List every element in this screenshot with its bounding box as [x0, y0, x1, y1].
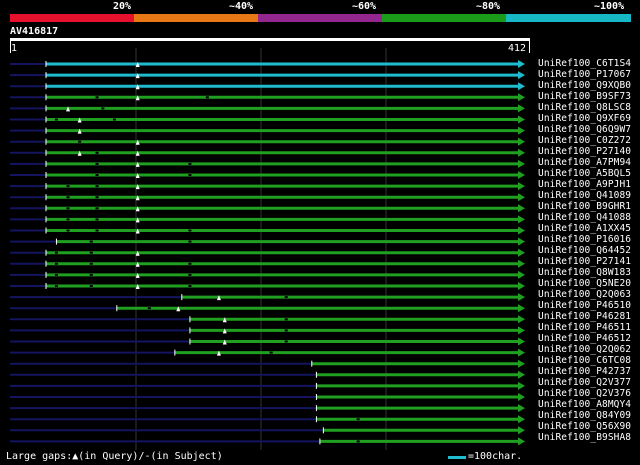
hit-end-arrow [518, 315, 525, 324]
hit-label[interactable]: UniRef100_P16016 [538, 234, 631, 245]
hit-label[interactable]: UniRef100_C0Z272 [538, 135, 631, 146]
hit-end-arrow [518, 215, 525, 224]
hit-label[interactable]: UniRef100_B9SF73 [538, 91, 631, 102]
hit-end-arrow [518, 381, 525, 390]
hit-end-arrow [518, 137, 525, 146]
hit-end-arrow [518, 426, 525, 435]
hit-end-arrow [518, 148, 525, 157]
hit-label[interactable]: UniRef100_Q8W183 [538, 267, 631, 278]
hit-end-arrow [518, 370, 525, 379]
hit-label-list: UniRef100_C6T1S4 UniRef100_P17067 UniRef10… [538, 58, 631, 443]
hit-end-arrow [518, 259, 525, 268]
hit-end-arrow [518, 337, 525, 346]
hit-label[interactable]: UniRef100_C6TC08 [538, 355, 631, 366]
hit-end-arrow [518, 348, 525, 357]
hit-end-arrow [518, 237, 525, 246]
hit-label[interactable]: UniRef100_Q2Q062 [538, 344, 631, 355]
hit-end-arrow [518, 193, 525, 202]
hit-label[interactable]: UniRef100_P46512 [538, 333, 631, 344]
hit-label[interactable]: UniRef100_Q9XQB0 [538, 80, 631, 91]
hit-end-arrow [518, 182, 525, 191]
scale-swatch [448, 455, 466, 459]
hit-label[interactable]: UniRef100_B9GHR1 [538, 201, 631, 212]
scale-label: =100char. [468, 451, 523, 462]
scale-key: =100char. [448, 451, 522, 463]
hit-label[interactable]: UniRef100_Q5NE20 [538, 278, 631, 289]
hit-end-arrow [518, 171, 525, 179]
hit-label[interactable]: UniRef100_P46510 [538, 300, 631, 311]
hit-end-arrow [518, 226, 525, 235]
hit-label[interactable]: UniRef100_P46511 [538, 322, 631, 333]
hit-label[interactable]: UniRef100_A5BQL5 [538, 168, 631, 179]
hit-label[interactable]: UniRef100_Q56X90 [538, 421, 631, 432]
hit-label[interactable]: UniRef100_B9SHA8 [538, 432, 631, 443]
hit-label[interactable]: UniRef100_Q8LSC8 [538, 102, 631, 113]
hit-label[interactable]: UniRef100_Q2Q063 [538, 289, 631, 300]
hit-label[interactable]: UniRef100_C6T1S4 [538, 58, 631, 69]
hit-end-arrow [518, 293, 525, 302]
hit-label[interactable]: UniRef100_Q41088 [538, 212, 631, 223]
hit-label[interactable]: UniRef100_P27141 [538, 256, 631, 267]
hit-label[interactable]: UniRef100_P17067 [538, 69, 631, 80]
hit-label[interactable]: UniRef100_Q84Y09 [538, 410, 631, 421]
hit-label[interactable]: UniRef100_Q6Q9W7 [538, 124, 631, 135]
hit-end-arrow [518, 248, 525, 257]
hit-end-arrow [518, 415, 525, 424]
hit-label[interactable]: UniRef100_A9PJH1 [538, 179, 631, 190]
gap-legend: Large gaps:▲(in Query)/-(in Subject) [6, 451, 223, 462]
hit-end-arrow [518, 359, 525, 368]
hit-end-arrow [518, 93, 525, 102]
hit-end-arrow [518, 82, 525, 91]
hit-end-arrow [518, 326, 525, 335]
hit-end-arrow [518, 437, 525, 446]
hit-label[interactable]: UniRef100_Q64452 [538, 245, 631, 256]
hit-end-arrow [518, 71, 525, 80]
hit-label[interactable]: UniRef100_A1XX45 [538, 223, 631, 234]
hit-end-arrow [518, 126, 525, 135]
hit-label[interactable]: UniRef100_P27140 [538, 146, 631, 157]
hit-label[interactable]: UniRef100_A8MQY4 [538, 399, 631, 410]
hit-label[interactable]: UniRef100_A7PM94 [538, 157, 631, 168]
hit-label[interactable]: UniRef100_Q9XF69 [538, 113, 631, 124]
hit-end-arrow [518, 393, 525, 401]
hit-label[interactable]: UniRef100_Q2V377 [538, 377, 631, 388]
hit-label[interactable]: UniRef100_P46281 [538, 311, 631, 322]
hit-end-arrow [518, 404, 525, 413]
hit-end-arrow [518, 204, 525, 213]
hit-end-arrow [518, 159, 525, 168]
hit-label[interactable]: UniRef100_Q41089 [538, 190, 631, 201]
hit-label[interactable]: UniRef100_P42737 [538, 366, 631, 377]
hit-end-arrow [518, 270, 525, 279]
hit-end-arrow [518, 60, 525, 68]
hit-end-arrow [518, 104, 525, 113]
hit-end-arrow [518, 115, 525, 124]
hit-end-arrow [518, 282, 525, 290]
hit-label[interactable]: UniRef100_Q2V376 [538, 388, 631, 399]
hit-end-arrow [518, 304, 525, 313]
